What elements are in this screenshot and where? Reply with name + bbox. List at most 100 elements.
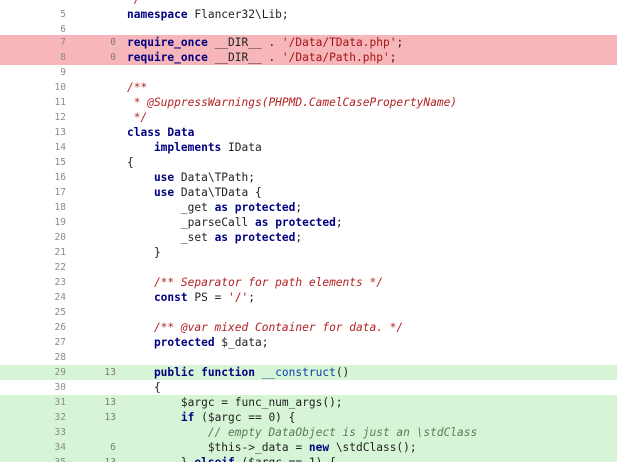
code-token: elseif [194,456,241,462]
line-number: 5 [60,9,66,20]
code-token: ; [295,231,303,244]
code-text: * @SuppressWarnings(PHPMD.CamelCasePrope… [118,95,617,110]
line-number: 32 [54,412,66,423]
line-number: 35 [0,455,68,462]
code-token: ; [335,216,343,229]
line-number: 10 [54,82,66,93]
code-token: { [127,156,134,169]
code-line: 27 protected $_data; [0,335,617,350]
code-line: 8 0 require_once __DIR__ . '/Data/Path.php… [0,50,617,65]
code-text: _parseCall as protected; [118,215,617,230]
line-number: 22 [54,262,66,273]
line-number: 34 [54,442,66,453]
line-number: 15 [54,157,66,168]
code-token: protected [127,336,222,349]
hit-count [68,380,118,395]
code-token: if [127,411,202,424]
code-text: const PS = '/'; [118,290,617,305]
line-number: 27 [54,337,66,348]
code-line: 26 /** @var mixed Container for data. */ [0,320,617,335]
hit-count: 13 [68,455,118,462]
code-token: implements [127,141,229,154]
code-line: 12 */ [0,110,617,125]
code-token: __DIR__ . [214,36,282,49]
line-number: 14 [54,142,66,153]
code-text: _set as protected; [118,230,617,245]
code-line: 25 [0,305,617,320]
line-number: 21 [54,247,66,258]
code-text: class Data [118,125,617,140]
hit-count [68,305,118,320]
code-text: $this->_data = new \stdClass(); [118,440,617,455]
code-line: 19 _parseCall as protected; [0,215,617,230]
code-token: Flancer32\Lib; [194,8,289,21]
code-token: ; [396,36,404,49]
code-line: 32 13 if ($argc == 0) { [0,410,617,425]
hit-count: 13 [104,397,116,408]
hit-count [68,425,118,440]
code-text: // empty DataObject is just an \stdClass [118,425,617,440]
code-line: 10 /** [0,80,617,95]
code-token: { [127,381,161,394]
hit-count [68,320,118,335]
code-line: 33 // empty DataObject is just an \stdCl… [0,425,617,440]
code-token: use [127,186,181,199]
code-text: require_once __DIR__ . '/Data/Path.php'; [118,50,617,65]
code-text: */ [118,0,617,7]
code-text: } elseif ($argc == 1) { [118,455,617,462]
code-token: IData [228,141,262,154]
code-token: '/' [228,291,249,304]
code-token: require_once [127,36,215,49]
code-token: Data\TData { [180,186,262,199]
code-token: _get [127,201,215,214]
hit-count [68,170,118,185]
code-token: ; [389,51,397,64]
code-line: 20 _set as protected; [0,230,617,245]
code-token: _parseCall [127,216,255,229]
line-number: 33 [54,427,66,438]
code-token: __construct [261,366,336,379]
line-number: 28 [54,352,66,363]
code-token: ; [295,201,303,214]
code-token: '/Data/Path.php' [281,51,390,64]
code-lines: */5namespace Flancer32\Lib;670require_on… [0,0,617,462]
line-number: 25 [54,307,66,318]
hit-count: 0 [110,37,116,48]
code-token: Data\TPath; [180,171,255,184]
code-text: /** [118,80,617,95]
code-text: require_once __DIR__ . '/Data/TData.php'… [118,35,617,50]
code-text: implements IData [118,140,617,155]
code-line: 22 [0,260,617,275]
hit-count [68,335,118,350]
line-number: 23 [54,277,66,288]
line-number [0,0,68,7]
code-token: * @SuppressWarnings(PHPMD.CamelCasePrope… [127,96,458,109]
code-token: } [127,246,161,259]
code-text: */ [118,110,617,125]
code-token: $_data; [221,336,269,349]
code-text: /** Separator for path elements */ [118,275,617,290]
code-token: Data [167,126,195,139]
code-line: */ [0,0,617,7]
hit-count [68,0,118,7]
code-token: as protected [214,201,296,214]
code-token: public function [127,366,262,379]
hit-count: 0 [110,52,116,63]
code-text: protected $_data; [118,335,617,350]
code-line: 17 use Data\TData { [0,185,617,200]
hit-count [68,155,118,170]
code-line: 3513 } elseif ($argc == 1) { [0,455,617,462]
code-line: 9 [0,65,617,80]
line-number: 18 [54,202,66,213]
code-line: 34 6 $this->_data = new \stdClass(); [0,440,617,455]
hit-count [68,350,118,365]
hit-count [68,260,118,275]
code-token: __DIR__ . [214,51,282,64]
line-number: 31 [54,397,66,408]
code-text: use Data\TData { [118,185,617,200]
code-token: _set [127,231,215,244]
